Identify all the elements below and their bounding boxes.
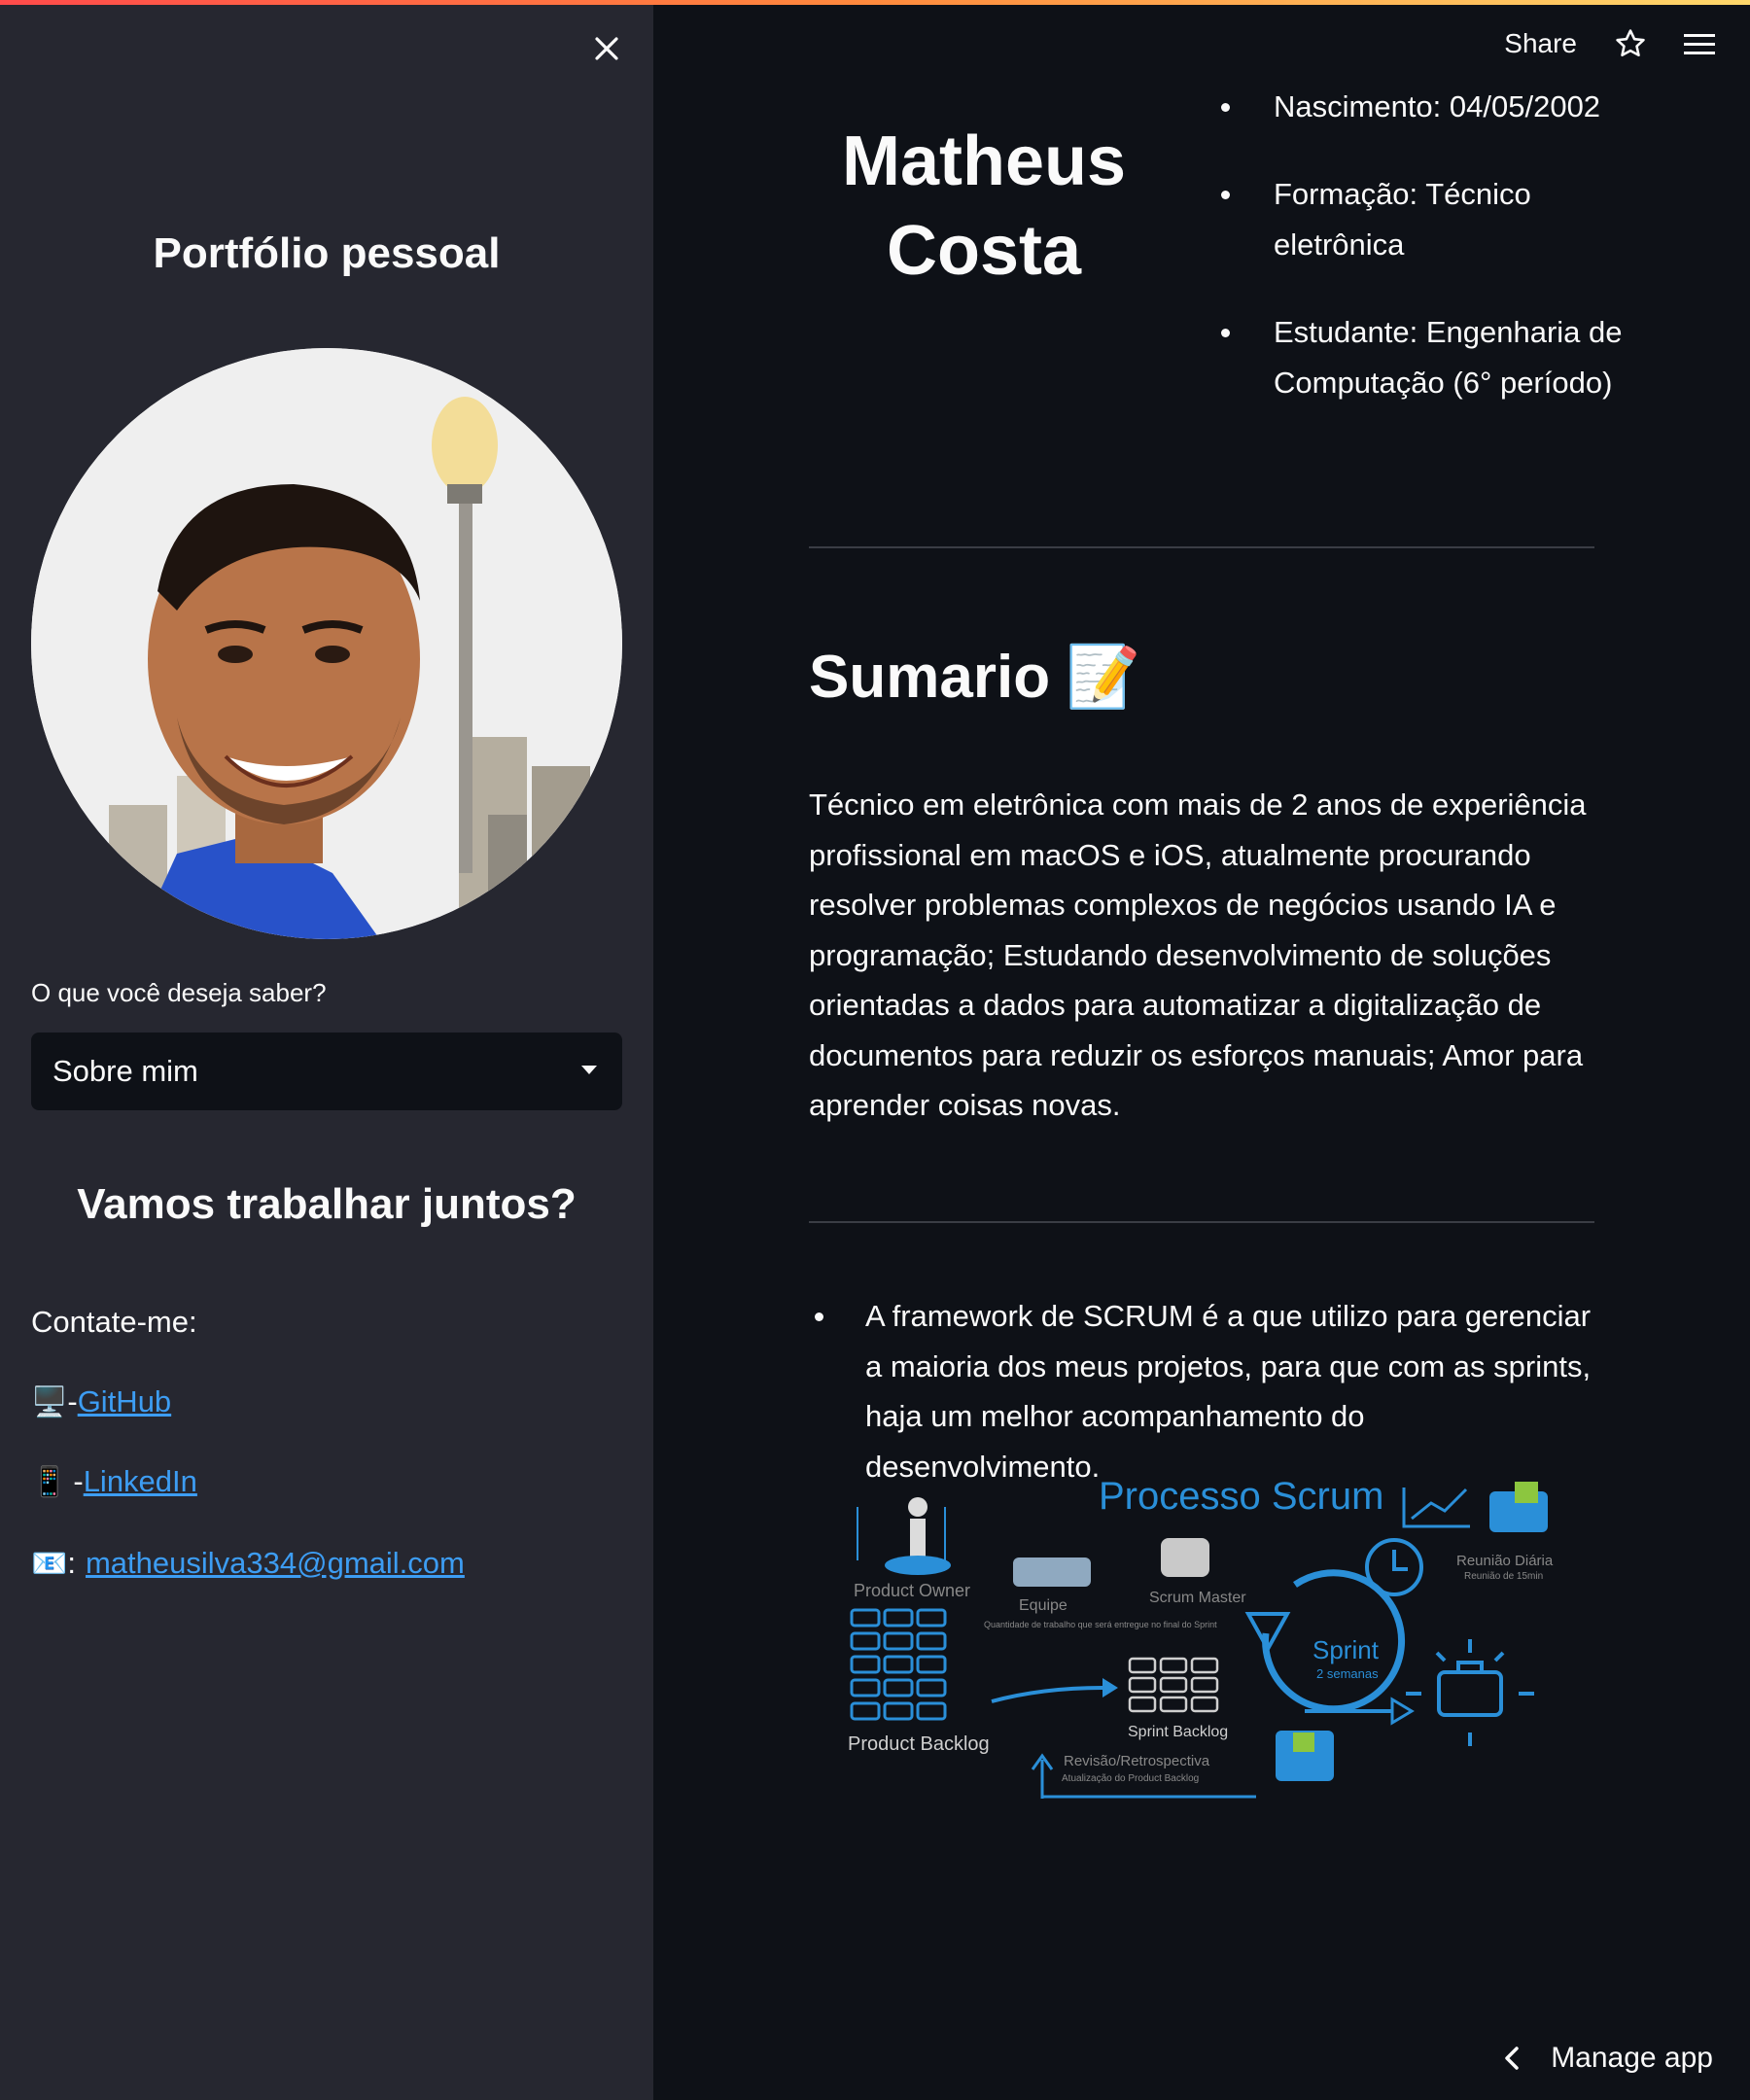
info-item-student: Estudante: Engenharia de Computação (6° … bbox=[1217, 307, 1626, 408]
info-item-education: Formação: Técnico eletrônica bbox=[1217, 169, 1626, 270]
github-link[interactable]: GitHub bbox=[78, 1384, 171, 1419]
scrum-product-backlog-label: Product Backlog bbox=[848, 1733, 990, 1755]
scrum-review-label: Revisão/Retrospectiva bbox=[1064, 1753, 1210, 1769]
close-sidebar-button[interactable] bbox=[589, 31, 624, 66]
header-decoration-stripe bbox=[0, 0, 1750, 5]
scrum-sprint-backlog-label: Sprint Backlog bbox=[1128, 1724, 1228, 1740]
scrum-daily-note: Reunião de 15min bbox=[1464, 1571, 1543, 1582]
scrum-description: A framework de SCRUM é a que utilizo par… bbox=[809, 1291, 1606, 1491]
topic-select[interactable]: Sobre mim bbox=[31, 1032, 622, 1110]
sidebar-title: Portfólio pessoal bbox=[153, 229, 501, 277]
email-link[interactable]: matheusilva334@gmail.com bbox=[86, 1546, 465, 1581]
scrum-product-owner-label: Product Owner bbox=[854, 1581, 970, 1600]
main-content: Matheus Costa Nascimento: 04/05/2002 For… bbox=[653, 0, 1750, 2100]
contact-separator: - bbox=[67, 1384, 78, 1418]
profile-name: Matheus Costa bbox=[819, 117, 1149, 296]
scrum-master-label: Scrum Master bbox=[1149, 1590, 1246, 1606]
scrum-title: Processo Scrum bbox=[1099, 1475, 1383, 1518]
divider bbox=[809, 546, 1594, 548]
summary-title: Sumario 📝 bbox=[809, 642, 1140, 713]
name-first: Matheus bbox=[841, 122, 1127, 200]
profile-info-list: Nascimento: 04/05/2002 Formação: Técnico… bbox=[1217, 82, 1626, 445]
contact-email: 📧 : matheusilva334@gmail.com bbox=[31, 1546, 465, 1581]
scrum-process-diagram: Processo Scrum Product Owner Product Bac… bbox=[848, 1475, 1554, 1799]
contact-separator: - bbox=[73, 1464, 84, 1498]
scrum-team-label: Equipe bbox=[1019, 1597, 1068, 1614]
linkedin-link[interactable]: LinkedIn bbox=[84, 1464, 197, 1499]
sidebar: Portfólio pessoal O que você deseja sabe… bbox=[0, 0, 653, 2100]
manage-app-label: Manage app bbox=[1551, 2042, 1713, 2074]
mobile-phone-icon: 📱 bbox=[31, 1465, 68, 1498]
contact-github: 🖥️ - GitHub bbox=[31, 1384, 171, 1419]
scrum-daily-label: Reunião Diária bbox=[1456, 1553, 1554, 1569]
email-icon: 📧 bbox=[31, 1547, 68, 1580]
info-item-birth: Nascimento: 04/05/2002 bbox=[1217, 82, 1626, 132]
chevron-left-icon bbox=[1505, 2047, 1519, 2070]
contact-separator: : bbox=[67, 1546, 76, 1580]
contact-label: Contate-me: bbox=[31, 1305, 197, 1339]
sidebar-subtitle: Vamos trabalhar juntos? bbox=[77, 1180, 577, 1228]
scrum-sprint-duration: 2 semanas bbox=[1316, 1666, 1379, 1681]
divider bbox=[809, 1221, 1594, 1223]
select-label: O que você deseja saber? bbox=[31, 978, 327, 1007]
memo-icon: 📝 bbox=[1066, 644, 1141, 711]
name-last: Costa bbox=[886, 212, 1082, 290]
scrum-team-note: Quantidade de trabalho que será entregue… bbox=[984, 1620, 1217, 1629]
scrum-review-note: Atualização do Product Backlog bbox=[1062, 1773, 1199, 1784]
summary-text: Técnico em eletrônica com mais de 2 anos… bbox=[809, 788, 1587, 1122]
summary-title-text: Sumario bbox=[809, 644, 1051, 711]
select-value: Sobre mim bbox=[52, 1054, 198, 1088]
profile-photo bbox=[31, 348, 622, 939]
scrum-sprint-label: Sprint bbox=[1312, 1635, 1380, 1664]
computer-icon: 🖥️ bbox=[31, 1385, 68, 1418]
contact-linkedin: 📱 - LinkedIn bbox=[31, 1464, 197, 1499]
manage-app-button[interactable]: Manage app bbox=[1502, 2042, 1713, 2075]
close-icon bbox=[595, 37, 618, 60]
chevron-down-icon bbox=[581, 1066, 597, 1074]
